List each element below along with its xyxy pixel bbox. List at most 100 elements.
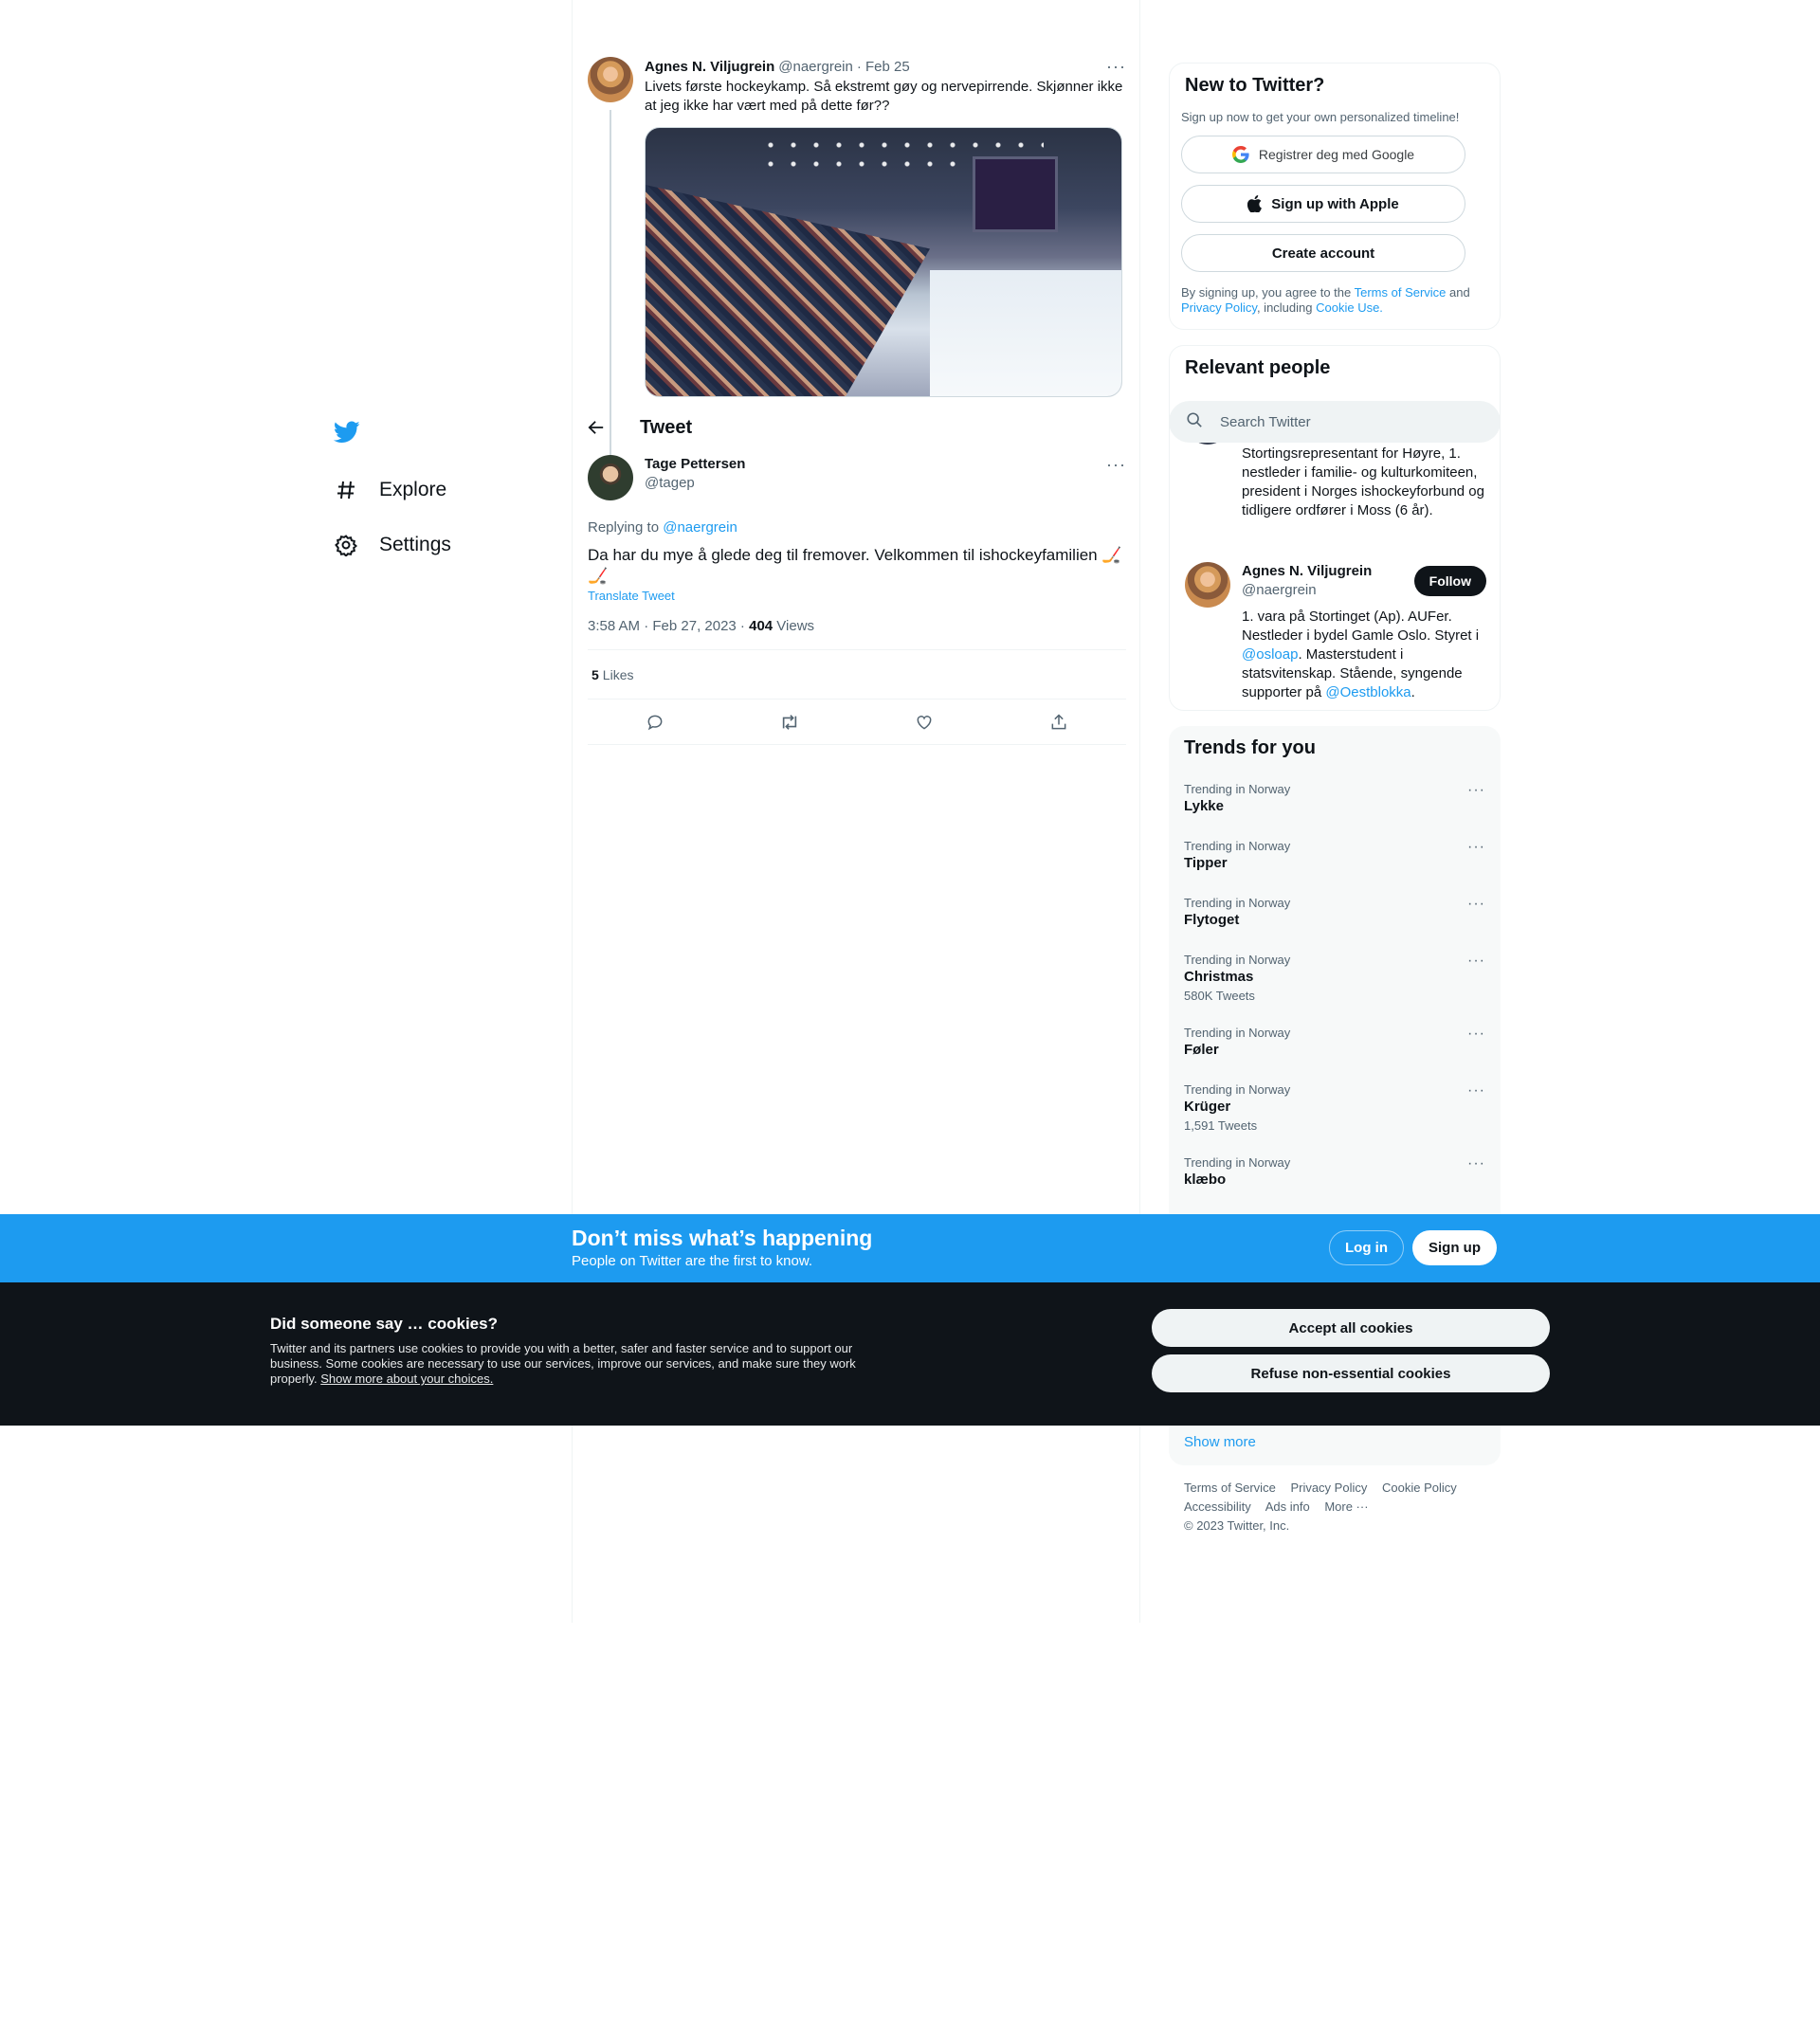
copyright: © 2023 Twitter, Inc. xyxy=(1184,1518,1290,1533)
bio-text-1: 1. vara på Stortinget (Ap). AUFer. Nestl… xyxy=(1242,609,1480,644)
signup-title: New to Twitter? xyxy=(1185,75,1325,96)
likes-count[interactable]: 5 Likes xyxy=(588,650,1126,700)
search-input[interactable]: Search Twitter xyxy=(1220,414,1311,430)
google-signup-button[interactable]: Registrer deg med Google xyxy=(1181,136,1465,173)
footer-link-privacy[interactable]: Privacy Policy xyxy=(1290,1481,1367,1495)
parent-tweet[interactable]: Agnes N. Viljugrein @naergrein · Feb 25 … xyxy=(588,57,1126,457)
apple-signup-button[interactable]: Sign up with Apple xyxy=(1181,185,1465,223)
translate-tweet-link[interactable]: Translate Tweet xyxy=(588,589,1126,603)
bio-text-3: . xyxy=(1410,684,1415,700)
follow-button[interactable]: Follow xyxy=(1413,566,1486,596)
terms-text-1: By signing up, you agree to the xyxy=(1181,285,1355,300)
privacy-policy-link[interactable]: Privacy Policy xyxy=(1181,300,1257,315)
trend-item[interactable]: Trending in Norway Flytoget ··· xyxy=(1169,884,1501,941)
author-handle[interactable]: @naergrein xyxy=(778,59,853,75)
back-arrow-icon[interactable] xyxy=(588,418,607,437)
more-options-icon[interactable]: ··· xyxy=(1106,455,1126,475)
author-handle[interactable]: @tagep xyxy=(645,474,745,493)
trend-item[interactable]: Trending in Norway Tipper ··· xyxy=(1169,827,1501,884)
create-account-button[interactable]: Create account xyxy=(1181,234,1465,272)
reply-icon[interactable] xyxy=(644,711,666,734)
terms-of-service-link[interactable]: Terms of Service xyxy=(1355,285,1447,300)
trends-title: Trends for you xyxy=(1184,737,1316,758)
trend-item[interactable]: Trending in Norway Krüger 1,591 Tweets ·… xyxy=(1169,1071,1501,1144)
more-options-icon[interactable]: ··· xyxy=(1467,1155,1485,1172)
avatar[interactable] xyxy=(588,57,633,102)
arena-scoreboard xyxy=(973,156,1058,232)
search-bar[interactable]: Search Twitter xyxy=(1170,401,1500,443)
google-icon xyxy=(1231,146,1249,163)
more-options-icon[interactable]: ··· xyxy=(1467,953,1485,970)
trend-item[interactable]: Trending in Norway Christmas 580K Tweets… xyxy=(1169,941,1501,1014)
trend-name: Føler xyxy=(1184,1042,1219,1058)
tweet-text: Livets første hockeykamp. Så ekstremt gø… xyxy=(645,79,1123,114)
likes-number: 5 xyxy=(592,666,599,682)
retweet-icon[interactable] xyxy=(778,711,801,734)
apple-signup-label: Sign up with Apple xyxy=(1271,195,1399,212)
tweet-photo[interactable] xyxy=(645,127,1122,397)
trend-context: Trending in Norway xyxy=(1184,1026,1291,1040)
login-banner: Don’t miss what’s happening People on Tw… xyxy=(0,1214,1820,1282)
arena-ice xyxy=(930,270,1121,396)
footer-link-more[interactable]: More ··· xyxy=(1324,1499,1368,1514)
replying-to-link[interactable]: @naergrein xyxy=(663,519,737,536)
footer-link-cookie[interactable]: Cookie Policy xyxy=(1382,1481,1457,1495)
login-button[interactable]: Log in xyxy=(1329,1230,1404,1265)
google-signup-label: Registrer deg med Google xyxy=(1258,147,1415,162)
timestamp-text[interactable]: 3:58 AM · Feb 27, 2023 · xyxy=(588,618,749,634)
cookie-choices-link[interactable]: Show more about your choices. xyxy=(320,1372,493,1386)
likes-label: Likes xyxy=(602,666,634,682)
trend-context: Trending in Norway xyxy=(1184,1082,1291,1097)
trend-item[interactable]: Trending in Norway Føler ··· xyxy=(1169,1014,1501,1071)
trend-name: Tipper xyxy=(1184,855,1228,871)
more-options-icon[interactable]: ··· xyxy=(1106,57,1126,77)
hashtag-icon xyxy=(332,476,360,504)
more-options-icon[interactable]: ··· xyxy=(1467,1082,1485,1099)
thread-line xyxy=(610,110,611,457)
share-icon[interactable] xyxy=(1047,711,1070,734)
footer-link-ads[interactable]: Ads info xyxy=(1265,1499,1310,1514)
person-handle[interactable]: @naergrein xyxy=(1242,581,1414,600)
trend-name: klæbo xyxy=(1184,1172,1227,1188)
trend-context: Trending in Norway xyxy=(1184,953,1291,967)
trend-context: Trending in Norway xyxy=(1184,839,1291,853)
cookie-use-link[interactable]: Cookie Use. xyxy=(1316,300,1383,315)
avatar[interactable] xyxy=(1185,562,1230,608)
trend-count: 1,591 Tweets xyxy=(1184,1118,1258,1133)
show-more-link[interactable]: Show more xyxy=(1184,1434,1256,1450)
like-icon[interactable] xyxy=(913,711,936,734)
twitter-logo-icon[interactable] xyxy=(322,408,372,457)
sidebar-footer: Terms of Service Privacy Policy Cookie P… xyxy=(1169,1479,1501,1535)
more-options-icon[interactable]: ··· xyxy=(1467,782,1485,799)
nav-explore[interactable]: Explore xyxy=(322,463,569,518)
relevant-person[interactable]: Agnes N. Viljugrein @naergrein Follow 1.… xyxy=(1185,562,1486,702)
footer-link-terms[interactable]: Terms of Service xyxy=(1184,1481,1276,1495)
more-options-icon[interactable]: ··· xyxy=(1467,896,1485,913)
person-name[interactable]: Agnes N. Viljugrein xyxy=(1242,562,1414,581)
banner-title: Don’t miss what’s happening xyxy=(572,1226,873,1250)
bio-link-osloap[interactable]: @osloap xyxy=(1242,646,1298,663)
banner-subtitle: People on Twitter are the first to know. xyxy=(572,1253,813,1269)
refuse-cookies-button[interactable]: Refuse non-essential cookies xyxy=(1152,1354,1550,1392)
nav-settings[interactable]: Settings xyxy=(322,518,569,572)
tweet-date[interactable]: · Feb 25 xyxy=(857,59,910,75)
more-options-icon[interactable]: ··· xyxy=(1467,1026,1485,1043)
trend-item[interactable]: Trending in Norway Lykke ··· xyxy=(1169,771,1501,827)
apple-icon xyxy=(1247,195,1263,212)
bio-link-oestblokka[interactable]: @Oestblokka xyxy=(1325,684,1410,700)
trend-name: Christmas xyxy=(1184,969,1254,985)
footer-link-accessibility[interactable]: Accessibility xyxy=(1184,1499,1251,1514)
signup-button[interactable]: Sign up xyxy=(1412,1230,1497,1265)
signup-card: New to Twitter? Sign up now to get your … xyxy=(1169,63,1501,330)
author-name[interactable]: Tage Pettersen xyxy=(645,455,745,474)
author-name[interactable]: Agnes N. Viljugrein xyxy=(645,59,774,75)
left-nav: Explore Settings xyxy=(322,408,569,572)
views-label: Views xyxy=(773,618,815,634)
page-title: Tweet xyxy=(640,416,693,438)
more-options-icon[interactable]: ··· xyxy=(1467,839,1485,856)
nav-settings-label: Settings xyxy=(379,534,451,555)
trend-item[interactable]: Trending in Norway klæbo ··· xyxy=(1169,1144,1501,1201)
avatar[interactable] xyxy=(588,455,633,500)
accept-cookies-button[interactable]: Accept all cookies xyxy=(1152,1309,1550,1347)
views-count: 404 xyxy=(749,618,774,634)
